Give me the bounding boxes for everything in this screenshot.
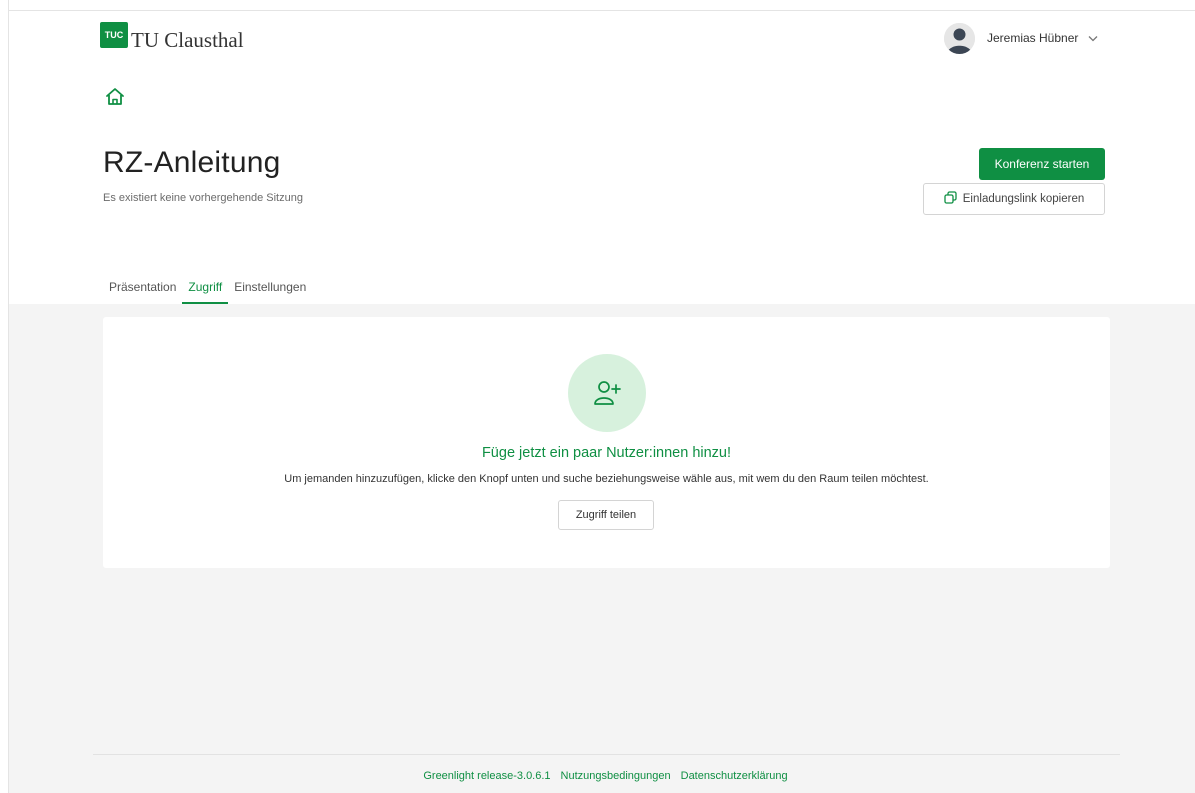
user-plus-icon — [568, 354, 646, 432]
terms-link[interactable]: Nutzungsbedingungen — [561, 770, 671, 782]
start-conference-button[interactable]: Konferenz starten — [979, 148, 1105, 180]
tab-settings[interactable]: Einstellungen — [228, 274, 312, 304]
window-top-edge — [0, 0, 1195, 11]
access-empty-state: Füge jetzt ein paar Nutzer:innen hinzu! … — [103, 317, 1110, 568]
share-access-button[interactable]: Zugriff teilen — [558, 500, 654, 530]
user-menu[interactable]: Jeremias Hübner — [944, 22, 1098, 54]
copy-invite-link-label: Einladungslink kopieren — [962, 193, 1085, 205]
footer-divider — [93, 754, 1120, 755]
person-avatar-icon — [944, 22, 975, 54]
session-status: Es existiert keine vorhergehende Sitzung — [103, 192, 303, 204]
copy-invite-link-button[interactable]: Einladungslink kopieren — [923, 183, 1105, 215]
user-name: Jeremias Hübner — [987, 31, 1079, 45]
empty-state-description: Um jemanden hinzuzufügen, klicke den Kno… — [284, 473, 929, 485]
brand-logo[interactable]: TUC TU Clausthal — [100, 22, 244, 52]
tab-access[interactable]: Zugriff — [182, 274, 229, 304]
chevron-down-icon[interactable] — [1088, 35, 1098, 42]
brand-name: TU Clausthal — [131, 28, 244, 52]
page-title: RZ-Anleitung — [103, 146, 281, 179]
copy-icon — [944, 191, 957, 207]
tu-clausthal-emblem: TUC — [100, 22, 128, 48]
privacy-link[interactable]: Datenschutzerklärung — [681, 770, 788, 782]
footer: Greenlight release-3.0.6.1 Nutzungsbedin… — [0, 770, 1195, 782]
home-icon[interactable] — [104, 86, 126, 108]
empty-state-heading: Füge jetzt ein paar Nutzer:innen hinzu! — [481, 445, 732, 461]
release-version: Greenlight release-3.0.6.1 — [423, 770, 551, 782]
tab-presentation[interactable]: Präsentation — [103, 274, 182, 304]
window-left-edge — [0, 0, 9, 793]
room-tabs: Präsentation Zugriff Einstellungen — [103, 274, 312, 304]
